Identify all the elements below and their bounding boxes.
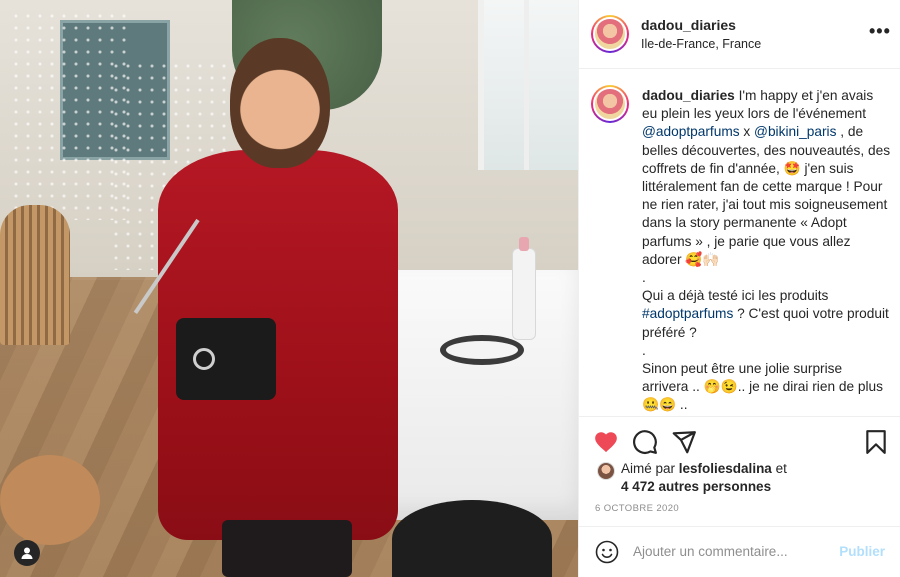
caption-username[interactable]: dadou_diaries (642, 88, 735, 103)
bookmark-icon[interactable] (863, 429, 889, 455)
comment-icon[interactable] (632, 429, 658, 455)
likes-count[interactable]: 4 472 autres personnes (621, 479, 771, 494)
likes-prefix: Aimé par (621, 461, 679, 476)
caption-dot: . (642, 270, 646, 286)
photo-woman-head (230, 38, 330, 168)
liker-username[interactable]: lesfoliesdalina (679, 461, 772, 476)
photo-chair (0, 205, 70, 345)
comment-bar: Ajouter un commentaire... Publier (579, 526, 900, 577)
caption-text: x (739, 124, 755, 140)
post-caption: dadou_diaries I'm happy et j'en avais eu… (642, 87, 892, 416)
photo-table-base (392, 500, 552, 577)
caption-text: Sinon peut être une jolie surprise arriv… (642, 361, 884, 413)
liker-avatar[interactable] (597, 462, 615, 480)
photo-woman-legs (222, 520, 352, 577)
more-options-icon[interactable]: ••• (869, 22, 891, 40)
comment-input[interactable]: Ajouter un commentaire... (633, 544, 788, 559)
author-username[interactable]: dadou_diaries (641, 17, 736, 33)
mention-link[interactable]: @bikini_paris (754, 124, 836, 139)
publish-button[interactable]: Publier (839, 544, 885, 559)
photo-window (478, 0, 578, 170)
smiley-icon[interactable] (595, 540, 619, 564)
likes-suffix: et (771, 461, 787, 476)
user-tag-icon[interactable] (14, 540, 40, 566)
heart-icon[interactable] (593, 429, 619, 455)
caption-text: Qui a déjà testé ici les produits (642, 288, 829, 304)
post-photo[interactable] (0, 0, 578, 577)
photo-bag-logo (193, 348, 215, 370)
caption-area: dadou_diaries I'm happy et j'en avais eu… (579, 69, 900, 416)
likes-summary: Aimé par lesfoliesdalina et 4 472 autres… (595, 460, 895, 500)
post-actions: Aimé par lesfoliesdalina et 4 472 autres… (579, 416, 900, 526)
caption-dot: . (642, 342, 646, 358)
post-location[interactable]: Ile-de-France, France (641, 37, 761, 51)
caption-text: , de belles découvertes, des nouveautés,… (642, 124, 891, 267)
post-date[interactable]: 6 OCTOBRE 2020 (595, 503, 679, 514)
photo-bag (176, 318, 276, 400)
caption-avatar[interactable] (591, 85, 629, 123)
likes-text: Aimé par lesfoliesdalina et 4 472 autres… (621, 460, 787, 496)
photo-plate (440, 335, 524, 365)
hashtag-link[interactable]: #adoptparfums (642, 306, 733, 321)
post-header: dadou_diaries Ile-de-France, France ••• (579, 0, 900, 69)
share-icon[interactable] (671, 429, 697, 455)
user-silhouette-icon (21, 547, 33, 559)
author-avatar[interactable] (591, 15, 629, 53)
photo-stool (0, 455, 100, 545)
mention-link[interactable]: @adoptparfums (642, 124, 740, 139)
photo-bottle (512, 237, 536, 340)
post-side-panel: dadou_diaries Ile-de-France, France ••• … (578, 0, 900, 577)
